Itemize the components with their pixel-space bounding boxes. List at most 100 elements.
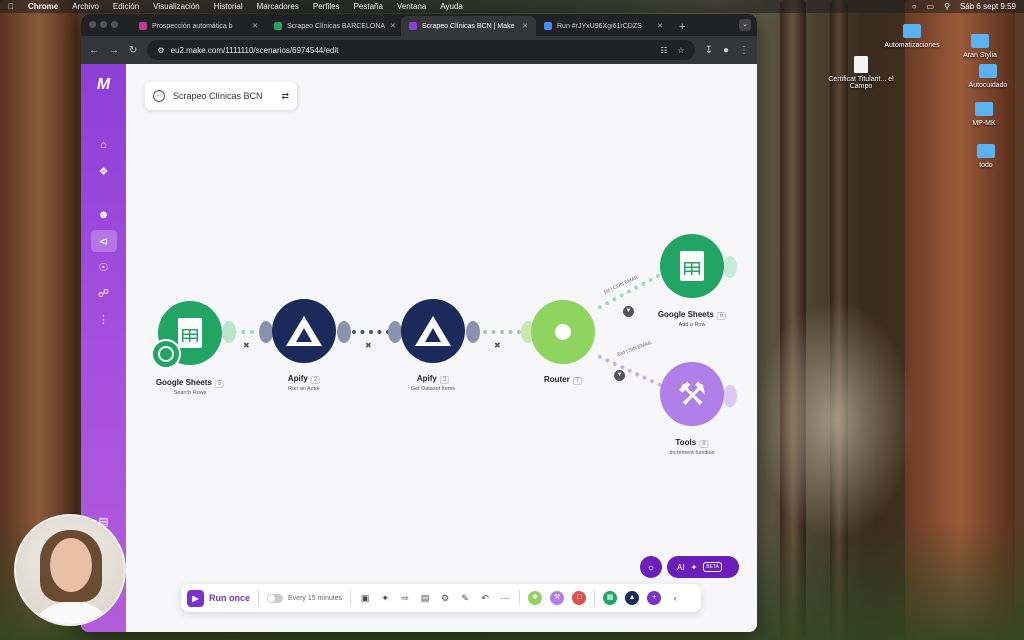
run-once-button[interactable]: ▶ Run once (187, 589, 250, 607)
module-router[interactable] (531, 300, 595, 364)
wrench-icon[interactable]: ✖ (365, 341, 372, 350)
search-icon[interactable]: ⚲ (944, 2, 950, 11)
toggle-switch[interactable] (267, 593, 284, 603)
module-handle[interactable] (337, 321, 351, 343)
module-handle[interactable] (222, 321, 236, 343)
puzzle-icon[interactable]: ☍ (91, 282, 117, 304)
tools-shortcut-icon[interactable]: ⚒ (550, 591, 565, 605)
close-tab-icon[interactable]: ✕ (657, 22, 663, 30)
connector[interactable] (483, 330, 521, 334)
scenario-canvas[interactable]: ✖ ✖ ✖ ▼ ▼ 1st | CON EMAIL 2nd | SIN EMAI… (126, 64, 757, 632)
desktop-folder-label: Automatizaciones (884, 42, 940, 49)
menu-archivo[interactable]: Archivo (72, 2, 99, 11)
back-icon[interactable]: ← (89, 45, 99, 56)
text-parser-shortcut-icon[interactable]: □ (572, 591, 587, 605)
schedule-clock-icon[interactable] (151, 339, 181, 369)
menubar-app-name[interactable]: Chrome (28, 2, 58, 11)
module-handle[interactable] (388, 321, 402, 343)
filter-icon[interactable]: ▼ (623, 306, 634, 317)
save-icon[interactable]: ▣ (359, 593, 371, 604)
forward-icon[interactable]: → (109, 45, 119, 56)
make-logo-icon[interactable]: M (97, 76, 110, 94)
more-icon[interactable]: ⋮ (91, 308, 117, 330)
more-menu-icon[interactable]: ⋮ (739, 45, 749, 56)
chevron-left-icon[interactable]: ‹ (669, 593, 681, 603)
desktop-folder[interactable]: MP-MK (944, 102, 1024, 127)
tab-scrapeo-make[interactable]: Scrapeo Clínicas BCN | Make ✕ (401, 16, 536, 36)
module-apify-get-dataset[interactable] (401, 299, 465, 363)
schedule-label[interactable]: Every 15 minutes (288, 595, 342, 602)
site-info-icon[interactable]: ⚙ (157, 46, 164, 55)
tab-search-icon[interactable]: ⌄ (739, 19, 751, 31)
module-google-sheets-add-row[interactable] (660, 234, 724, 298)
scenarios-icon[interactable]: ❖ (91, 160, 117, 182)
apple-icon[interactable]:  (8, 2, 14, 11)
bookmark-star-icon[interactable]: ☆ (677, 46, 684, 55)
menu-visualizacion[interactable]: Visualización (153, 2, 200, 11)
team-icon[interactable]: ☻ (91, 204, 117, 226)
close-window-button[interactable] (89, 21, 96, 28)
menu-marcadores[interactable]: Marcadores (257, 2, 299, 11)
module-label: Router 7 (544, 375, 583, 385)
connector[interactable] (597, 354, 663, 388)
connector[interactable] (352, 330, 390, 334)
module-label: Tools 8 (675, 438, 709, 448)
desktop-folder[interactable]: todo (946, 144, 1024, 169)
play-icon: ▶ (187, 589, 204, 607)
menu-historial[interactable]: Historial (214, 2, 243, 11)
data-store-icon[interactable]: ▤ (419, 593, 431, 604)
wrench-icon[interactable]: ✖ (494, 341, 501, 350)
module-handle[interactable] (466, 321, 480, 343)
maximize-window-button[interactable] (111, 21, 118, 28)
url-input[interactable]: ⚙ eu2.make.com/1111110/scenarios/6974544… (147, 40, 695, 60)
connections-icon[interactable]: ☉ (91, 256, 117, 278)
module-handle[interactable] (259, 321, 273, 343)
profile-icon[interactable]: ● (723, 45, 729, 56)
reload-icon[interactable]: ↻ (129, 45, 137, 56)
menu-ventana[interactable]: Ventana (397, 2, 426, 11)
more-options-icon[interactable]: ⋯ (499, 593, 511, 604)
undo-icon[interactable]: ↶ (479, 593, 491, 604)
module-tools-increment[interactable]: ⚒ (660, 362, 724, 426)
close-tab-icon[interactable]: ✕ (522, 22, 528, 30)
share-icon[interactable]: ⊲ (90, 230, 117, 252)
tab-apify-run[interactable]: Run #rJYxU96Xgi61rCDZS ✕ (536, 16, 671, 36)
ai-assistant-button[interactable]: AI ✦ BETA (667, 556, 739, 578)
menu-ayuda[interactable]: Ayuda (440, 2, 463, 11)
close-tab-icon[interactable]: ✕ (390, 22, 396, 30)
flow-control-icon[interactable]: ⇨ (399, 593, 411, 604)
wrench-icon[interactable]: ✖ (243, 341, 250, 350)
settings-icon[interactable]: ⚙ (439, 593, 451, 604)
module-handle[interactable] (723, 256, 737, 278)
menu-pestana[interactable]: Pestaña (354, 2, 383, 11)
new-tab-button[interactable]: + (671, 21, 693, 36)
notes-icon[interactable]: ✎ (459, 593, 471, 604)
google-sheets-shortcut-icon[interactable]: ▦ (603, 591, 618, 605)
menu-perfiles[interactable]: Perfiles (313, 2, 340, 11)
download-icon[interactable]: ↧ (705, 45, 713, 56)
wifi-icon[interactable]: ○ (912, 2, 917, 11)
translate-icon[interactable]: ☷ (660, 46, 667, 55)
close-tab-icon[interactable]: ✕ (252, 22, 258, 30)
home-icon[interactable]: ⌂ (91, 134, 117, 156)
router-icon (555, 324, 571, 340)
tab-prospeccion[interactable]: Prospección automática b ✕ (131, 16, 266, 36)
google-sheets-icon (178, 318, 202, 348)
module-handle[interactable] (723, 385, 737, 407)
lightbulb-icon[interactable]: ☼ (640, 556, 662, 578)
desktop-folder[interactable]: Autocuidado (948, 64, 1024, 89)
tab-scrapeo-sheet[interactable]: Scrapeo Clínicas BARCELONA ✕ (266, 16, 401, 36)
filter-icon[interactable]: ▼ (614, 370, 625, 381)
battery-icon[interactable]: ▭ (927, 2, 935, 11)
desktop-document[interactable]: Certificat Titularit... el Campo (820, 56, 902, 90)
apify-shortcut-icon[interactable]: ▲ (625, 591, 640, 605)
magic-wand-icon[interactable]: ✦ (379, 593, 391, 604)
minimize-window-button[interactable] (100, 21, 107, 28)
module-apify-run-actor[interactable] (272, 299, 336, 363)
desktop-folder[interactable]: Aran Stylia (940, 34, 1020, 59)
menu-edicion[interactable]: Edición (113, 2, 139, 11)
schedule-toggle[interactable]: Every 15 minutes (267, 593, 342, 603)
menubar-datetime[interactable]: Sáb 6 sept 9:59 (960, 2, 1016, 11)
add-module-icon[interactable]: + (647, 591, 662, 605)
router-shortcut-icon[interactable]: ✱ (528, 591, 543, 605)
